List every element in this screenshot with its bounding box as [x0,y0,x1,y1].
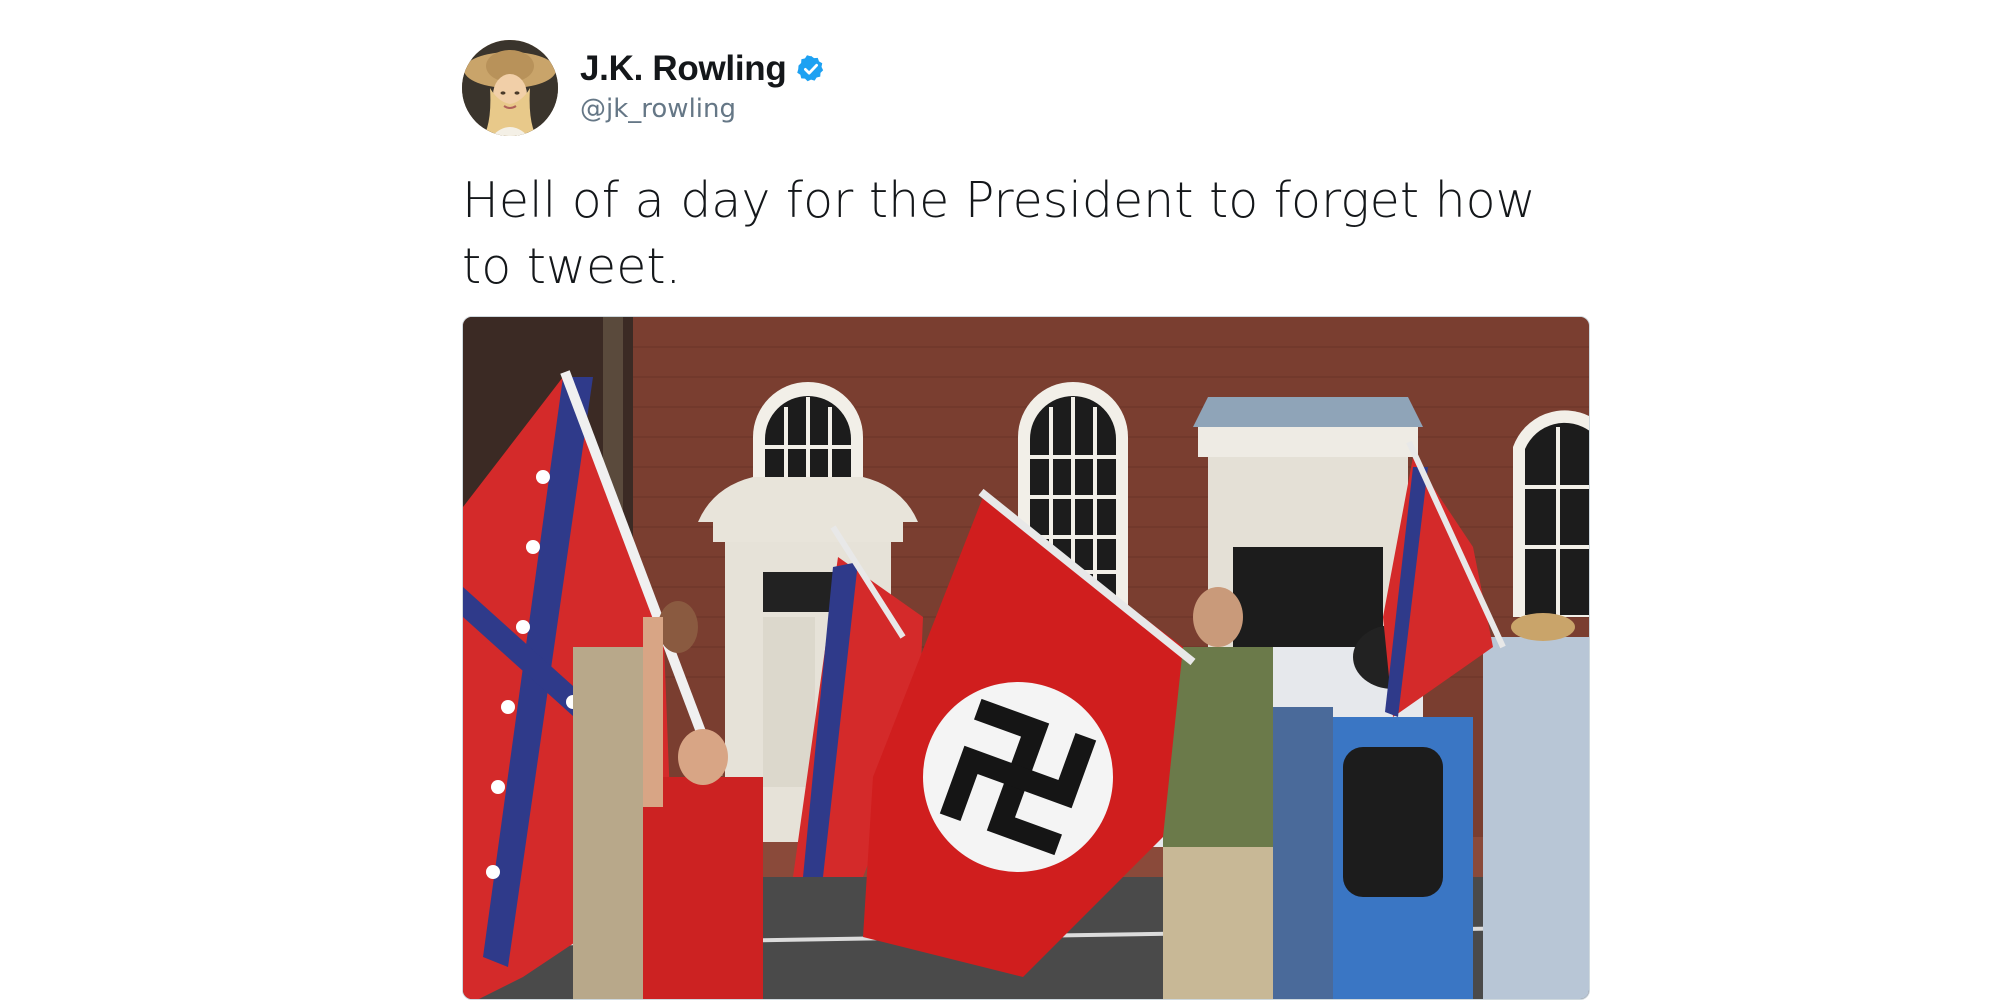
display-name-row: J.K. Rowling [580,46,826,92]
author-names: J.K. Rowling @jk_rowling [580,46,826,124]
tweet-photo[interactable] [462,316,1590,1000]
tweet-text: Hell of a day for the President to forge… [462,172,1536,295]
avatar-image [462,40,558,136]
tweet-header: J.K. Rowling @jk_rowling [462,36,1590,140]
verified-badge-icon [796,54,826,84]
avatar[interactable] [462,40,558,136]
arched-window-3 [1513,410,1589,617]
photo-scene [463,317,1589,999]
tweet-card: J.K. Rowling @jk_rowling Hell of a day f… [462,36,1590,1000]
display-name[interactable]: J.K. Rowling [580,49,787,89]
author-handle[interactable]: @jk_rowling [580,94,826,124]
